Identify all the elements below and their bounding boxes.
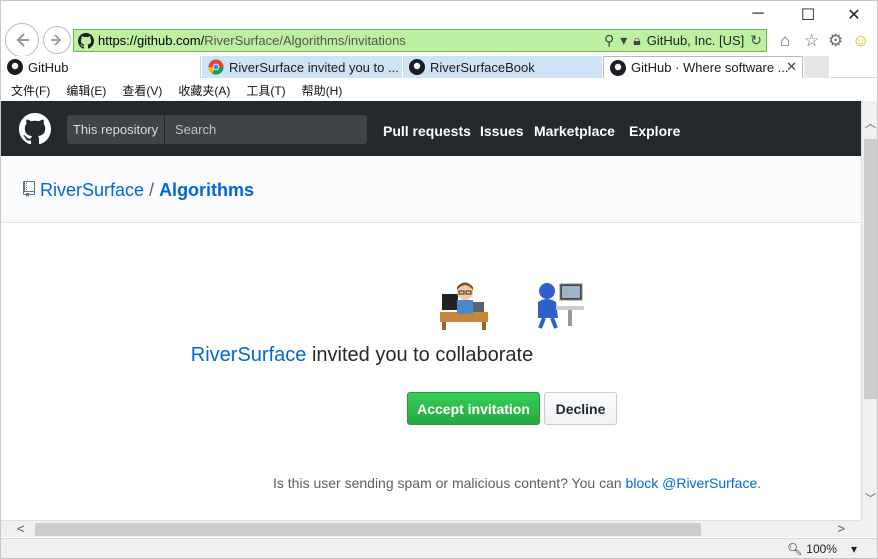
repo-separator: / bbox=[149, 180, 155, 200]
vertical-scroll-thumb[interactable] bbox=[864, 139, 877, 399]
smiley-feedback-icon[interactable]: ☺ bbox=[852, 31, 869, 51]
url-right-controls: ⚲ ▾ 🔒︎ GitHub, Inc. [US] ↻ bbox=[604, 30, 762, 51]
close-tab-icon[interactable]: ✕ bbox=[786, 59, 797, 75]
repo-name-link[interactable]: Algorithms bbox=[159, 180, 254, 200]
search-icon[interactable]: ⚲ bbox=[604, 32, 614, 49]
tab-label: RiverSurface invited you to ... bbox=[229, 59, 399, 75]
scroll-right-icon[interactable]: > bbox=[837, 521, 845, 536]
decline-button[interactable]: Decline bbox=[544, 392, 617, 425]
repo-owner-link[interactable]: RiverSurface bbox=[40, 180, 144, 200]
new-tab-button[interactable] bbox=[804, 56, 830, 78]
lock-icon[interactable]: 🔒︎ bbox=[633, 32, 640, 49]
tab-strip: GitHub RiverSurface invited you to ... R… bbox=[1, 56, 877, 78]
repo-title: RiverSurface / Algorithms bbox=[40, 180, 254, 201]
scroll-corner bbox=[861, 520, 877, 537]
github-header: This repository Search Pull requests Iss… bbox=[1, 101, 861, 156]
menu-favorites[interactable]: 收藏夹(A) bbox=[178, 82, 230, 99]
nav-pull-requests[interactable]: Pull requests bbox=[383, 123, 471, 139]
close-window-button[interactable]: ✕ bbox=[839, 5, 869, 25]
inviter-link[interactable]: RiverSurface bbox=[191, 344, 307, 366]
refresh-icon[interactable]: ↻ bbox=[750, 32, 762, 49]
minimize-button[interactable]: ─ bbox=[743, 5, 773, 23]
chrome-icon bbox=[208, 59, 224, 75]
invite-text: invited you to collaborate bbox=[306, 344, 534, 366]
scroll-up-icon[interactable]: ︿ bbox=[865, 115, 876, 131]
nav-issues[interactable]: Issues bbox=[480, 123, 524, 139]
tab-invitation[interactable]: RiverSurface invited you to ... bbox=[202, 56, 403, 78]
github-icon bbox=[610, 59, 626, 76]
scroll-left-icon[interactable]: < bbox=[17, 521, 25, 536]
invitee-avatar bbox=[538, 283, 584, 329]
menu-help[interactable]: 帮助(H) bbox=[302, 82, 343, 99]
home-icon[interactable]: ⌂ bbox=[780, 31, 790, 51]
spam-notice: Is this user sending spam or malicious c… bbox=[273, 475, 761, 491]
tab-label: RiverSurfaceBook bbox=[430, 59, 535, 75]
zoom-icon: 🔍︎ bbox=[787, 542, 803, 556]
spam-suffix: . bbox=[757, 475, 762, 491]
menu-edit[interactable]: 编辑(E) bbox=[66, 82, 106, 99]
browser-window: ─ ☐ ✕ https://github.com/RiverSurface/Al… bbox=[0, 0, 878, 559]
url-field[interactable]: https://github.com/RiverSurface/Algorith… bbox=[73, 29, 767, 52]
github-icon bbox=[78, 32, 94, 49]
block-user-link[interactable]: block @RiverSurface bbox=[626, 475, 758, 491]
forward-button[interactable] bbox=[43, 26, 71, 54]
vertical-scrollbar[interactable]: ︿ ﹀ bbox=[861, 101, 877, 520]
menu-file[interactable]: 文件(F) bbox=[11, 82, 50, 99]
menu-tools[interactable]: 工具(T) bbox=[246, 82, 285, 99]
status-bar: 🔍︎ 100% ▾ bbox=[1, 538, 877, 558]
nav-explore[interactable]: Explore bbox=[629, 123, 680, 139]
github-icon bbox=[7, 59, 23, 75]
nav-marketplace[interactable]: Marketplace bbox=[534, 123, 615, 139]
tab-label: GitHub · Where software ... bbox=[631, 60, 789, 75]
forward-arrow-icon bbox=[51, 34, 62, 46]
accept-invitation-button[interactable]: Accept invitation bbox=[407, 392, 540, 425]
tab-riversurfacebook[interactable]: RiverSurfaceBook bbox=[403, 56, 603, 78]
zoom-control[interactable]: 🔍︎ 100% ▾ bbox=[787, 542, 857, 556]
gear-icon[interactable]: ⚙ bbox=[828, 31, 843, 51]
horizontal-scrollbar[interactable]: < > bbox=[1, 520, 861, 537]
search-scope-label[interactable]: This repository bbox=[67, 115, 165, 144]
tab-github[interactable]: GitHub bbox=[1, 56, 201, 78]
scroll-down-icon[interactable]: ﹀ bbox=[865, 490, 876, 506]
inviter-avatar bbox=[440, 282, 488, 330]
back-button[interactable] bbox=[5, 23, 39, 57]
github-logo-icon[interactable] bbox=[19, 113, 51, 145]
chevron-down-icon[interactable]: ▾ bbox=[851, 542, 857, 556]
tab-label: GitHub bbox=[28, 59, 69, 75]
favorites-star-icon[interactable]: ☆ bbox=[804, 31, 819, 51]
search-input[interactable]: Search bbox=[165, 115, 216, 144]
back-arrow-icon bbox=[16, 33, 29, 47]
horizontal-scroll-thumb[interactable] bbox=[35, 523, 701, 536]
tab-github-active[interactable]: GitHub · Where software ... ✕ bbox=[603, 56, 803, 78]
address-bar-row: ─ ☐ ✕ https://github.com/RiverSurface/Al… bbox=[1, 1, 877, 57]
github-icon bbox=[409, 59, 425, 75]
invite-heading: RiverSurface invited you to collaborate bbox=[1, 344, 861, 367]
page-viewport: This repository Search Pull requests Iss… bbox=[1, 101, 861, 520]
header-search[interactable]: This repository Search bbox=[67, 115, 367, 144]
zoom-level: 100% bbox=[806, 542, 837, 556]
certificate-label[interactable]: GitHub, Inc. [US] bbox=[647, 33, 745, 48]
repo-icon bbox=[23, 181, 35, 197]
dropdown-arrow-icon[interactable]: ▾ bbox=[620, 32, 627, 49]
spam-text: Is this user sending spam or malicious c… bbox=[273, 475, 626, 491]
menu-bar: 文件(F) 编辑(E) 查看(V) 收藏夹(A) 工具(T) 帮助(H) bbox=[1, 79, 877, 101]
menu-view[interactable]: 查看(V) bbox=[122, 82, 162, 99]
maximize-button[interactable]: ☐ bbox=[793, 5, 823, 25]
repo-header: RiverSurface / Algorithms bbox=[1, 156, 861, 223]
url-text: https://github.com/RiverSurface/Algorith… bbox=[98, 33, 406, 48]
